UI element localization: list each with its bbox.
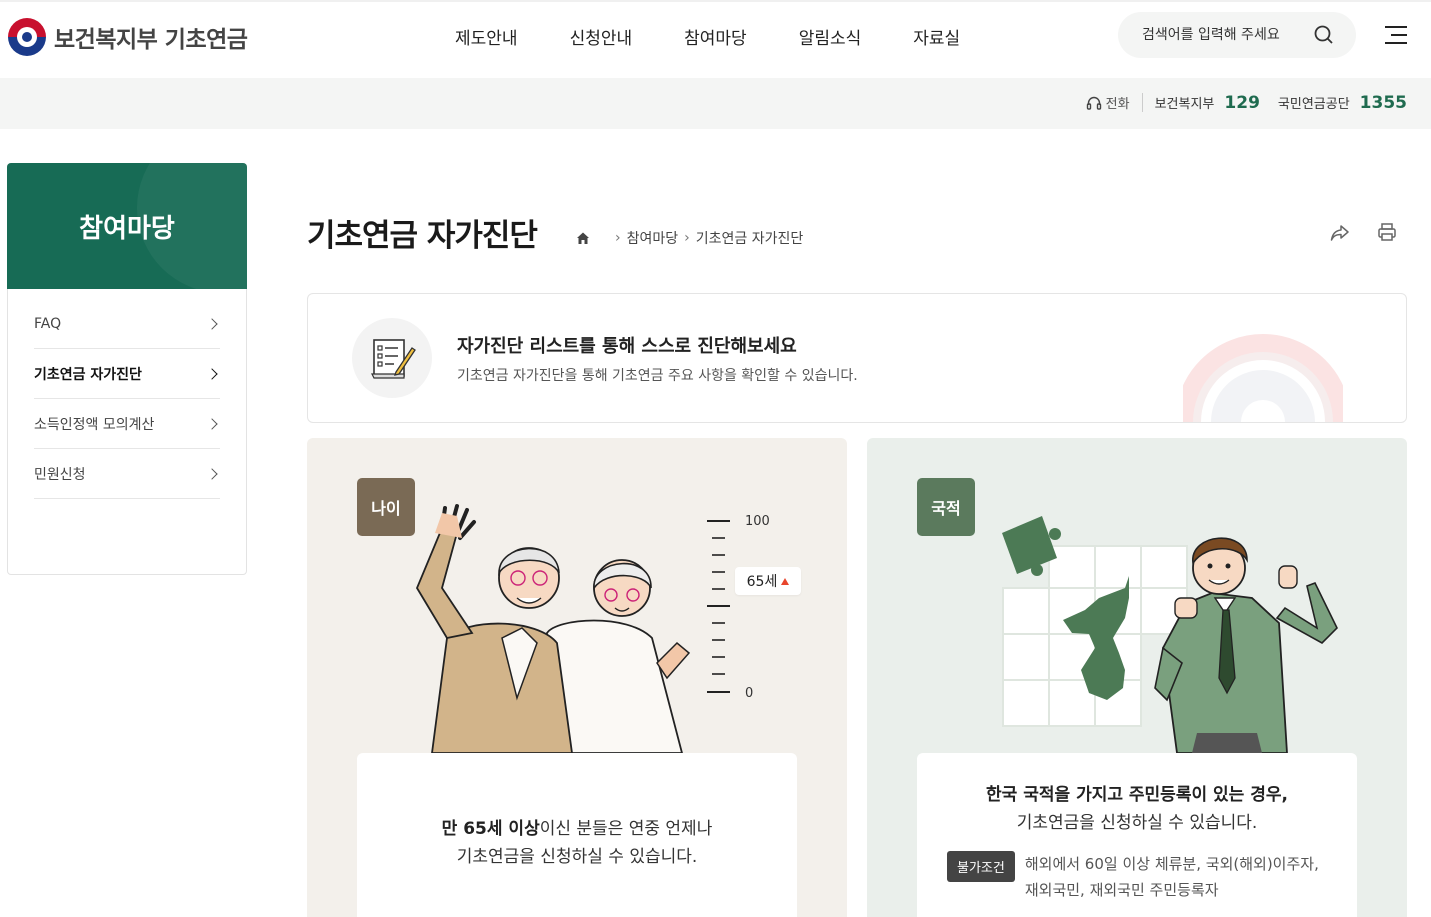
age-marker: 65세 xyxy=(735,567,801,595)
nationality-condition-line2: 기초연금을 신청하실 수 있습니다. xyxy=(1016,813,1258,833)
search-box xyxy=(1118,12,1356,58)
nationality-card: 국적 한국 국적을 가지고 주민등록이 있는 경우, 기초연금을 신청하실 수 … xyxy=(867,438,1407,917)
age-card: 나이 100 0 65세 만 65세 이상이신 분들은 연중 언제나 기초연금을… xyxy=(307,438,847,917)
ineligibility-line1: 해외에서 60일 이상 체류분, 국외(해외)이주자, xyxy=(1024,855,1319,873)
ineligibility-text: 해외에서 60일 이상 체류분, 국외(해외)이주자, 재외국민, 재외국민 주… xyxy=(1025,851,1319,903)
sidebar-title: 참여마당 xyxy=(79,213,175,244)
chevron-right-icon xyxy=(206,467,218,480)
contact-number-nps[interactable]: 1355 xyxy=(1360,93,1407,113)
intro-box: 자가진단 리스트를 통해 스스로 진단해보세요 기초연금 자가진단을 통해 기초… xyxy=(307,293,1407,423)
nav-item-news[interactable]: 알림소식 xyxy=(799,24,862,49)
sidebar-item-self-diagnosis[interactable]: 기초연금 자가진단 xyxy=(34,349,220,399)
sidebar-item-label: 민원신청 xyxy=(34,466,86,483)
nationality-card-text: 한국 국적을 가지고 주민등록이 있는 경우, 기초연금을 신청하실 수 있습니… xyxy=(917,753,1357,917)
print-icon[interactable] xyxy=(1377,222,1397,242)
home-icon[interactable] xyxy=(575,230,591,246)
triangle-up-icon xyxy=(781,577,790,585)
breadcrumb: › 참여마당 › 기초연금 자가진단 xyxy=(575,228,803,248)
nav-item-apply[interactable]: 신청안내 xyxy=(570,24,633,49)
breadcrumb-separator: › xyxy=(684,230,690,246)
breadcrumb-item-participate[interactable]: 참여마당 xyxy=(627,228,679,248)
page-title: 기초연금 자가진단 xyxy=(307,218,538,254)
chevron-right-icon xyxy=(206,417,218,430)
sidebar-item-label: FAQ xyxy=(34,315,62,332)
breadcrumb-separator: › xyxy=(615,230,621,246)
intro-description: 기초연금 자가진단을 통해 기초연금 주요 사항을 확인할 수 있습니다. xyxy=(457,368,858,384)
chevron-right-icon xyxy=(206,317,218,330)
site-header: 보건복지부 기초연금 제도안내 신청안내 참여마당 알림소식 자료실 xyxy=(0,0,1431,78)
contact-info: 전화 보건복지부 129 국민연금공단 1355 xyxy=(1086,92,1407,113)
age-marker-label: 65세 xyxy=(746,574,778,590)
intro-title: 자가진단 리스트를 통해 스스로 진단해보세요 xyxy=(457,336,797,357)
sidebar-item-income-calculation[interactable]: 소득인정액 모의계산 xyxy=(34,399,220,449)
chevron-right-icon xyxy=(206,367,218,380)
nationality-condition-line1: 한국 국적을 가지고 주민등록이 있는 경우, xyxy=(986,785,1288,805)
search-input[interactable] xyxy=(1142,27,1302,43)
ineligibility-condition: 불가조건 해외에서 60일 이상 체류분, 국외(해외)이주자, 재외국민, 재… xyxy=(947,851,1357,903)
sidebar-menu: FAQ 기초연금 자가진단 소득인정액 모의계산 민원신청 xyxy=(8,289,246,499)
main-nav: 제도안내 신청안내 참여마당 알림소식 자료실 xyxy=(455,24,1012,49)
age-badge: 나이 xyxy=(357,478,415,536)
watermark-emblem-icon xyxy=(1183,334,1343,422)
logo-text: 보건복지부 기초연금 xyxy=(54,27,248,53)
age-card-text: 만 65세 이상이신 분들은 연중 언제나 기초연금을 신청하실 수 있습니다. xyxy=(357,753,797,917)
sidebar-item-label: 기초연금 자가진단 xyxy=(34,366,142,383)
age-condition-rest: 이신 분들은 연중 언제나 xyxy=(539,819,713,839)
contact-org-mohw: 보건복지부 xyxy=(1154,97,1215,112)
nav-item-archive[interactable]: 자료실 xyxy=(913,24,960,49)
hamburger-menu-icon[interactable] xyxy=(1385,26,1407,44)
age-condition-strong: 만 65세 이상 xyxy=(441,819,540,839)
contact-bar: 전화 보건복지부 129 국민연금공단 1355 xyxy=(0,78,1431,129)
sidebar-header: 참여마당 xyxy=(7,163,247,289)
sidebar-item-label: 소득인정액 모의계산 xyxy=(34,416,155,433)
contact-org-nps: 국민연금공단 xyxy=(1277,97,1350,112)
nav-item-participate[interactable]: 참여마당 xyxy=(684,24,747,49)
contact-label: 전화 xyxy=(1106,93,1143,112)
scale-bottom-label: 0 xyxy=(745,686,754,701)
sidebar-item-faq[interactable]: FAQ xyxy=(34,299,220,349)
checklist-icon xyxy=(352,318,432,398)
sidebar-item-civil-petition[interactable]: 민원신청 xyxy=(34,449,220,499)
government-emblem-icon xyxy=(8,18,46,56)
share-icon[interactable] xyxy=(1330,224,1350,242)
ineligibility-badge: 불가조건 xyxy=(947,851,1015,882)
sidebar: 참여마당 FAQ 기초연금 자가진단 소득인정액 모의계산 민원신청 xyxy=(7,163,247,575)
scale-top-label: 100 xyxy=(745,514,770,529)
search-icon[interactable] xyxy=(1314,25,1334,45)
contact-number-mohw[interactable]: 129 xyxy=(1224,93,1260,113)
breadcrumb-item-current: 기초연금 자가진단 xyxy=(695,231,804,247)
age-condition-line2: 기초연금을 신청하실 수 있습니다. xyxy=(456,847,698,867)
nationality-badge: 국적 xyxy=(917,478,975,536)
site-logo[interactable]: 보건복지부 기초연금 xyxy=(8,18,248,56)
ineligibility-line2: 재외국민, 재외국민 주민등록자 xyxy=(1024,881,1219,899)
nav-item-system[interactable]: 제도안내 xyxy=(455,24,518,49)
headset-icon xyxy=(1086,96,1101,110)
